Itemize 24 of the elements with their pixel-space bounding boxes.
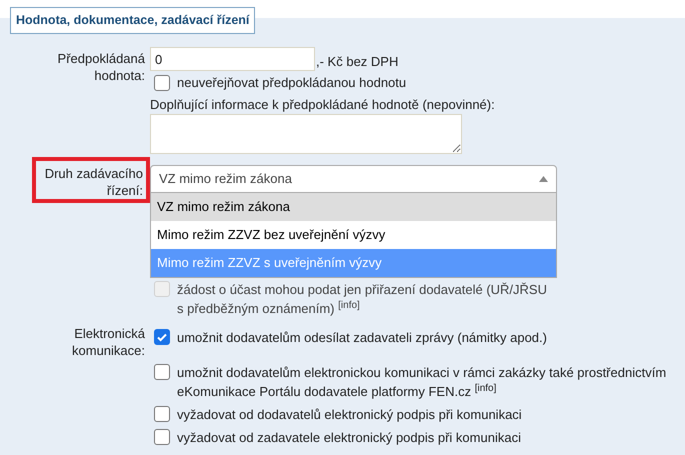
select-field[interactable]: VZ mimo režim zákona xyxy=(150,165,557,193)
checkbox[interactable] xyxy=(154,329,170,345)
section-title: Hodnota, dokumentace, zadávací řízení xyxy=(10,7,256,34)
checkbox-label: vyžadovat od zadavatele elektronický podpis při komunikaci xyxy=(177,429,522,447)
checkbox-label: žádost o účast mohou podat jen přiřazení dodavatelé (UŘ/JŘSU s předběžným oznámením) $^{[info]}$ xyxy=(177,281,548,318)
checkbox[interactable] xyxy=(154,364,170,380)
note-field[interactable] xyxy=(150,114,462,154)
info-link[interactable]: [info] xyxy=(474,383,496,394)
field-label: Doplňující informace k předpokládané hodnotě (nepovinné): xyxy=(150,96,495,114)
unit-label: ,- Kč bez DPH xyxy=(316,52,398,70)
field-label: Druh zadávacího řízení: xyxy=(44,165,143,199)
check-icon xyxy=(156,331,168,343)
dropdown-option[interactable]: VZ mimo režim zákona xyxy=(151,193,556,221)
checkbox-label: neuveřejňovat předpokládanou hodnotu xyxy=(177,74,406,92)
checkbox[interactable] xyxy=(154,406,170,422)
field-label: Elektronická komunikace: xyxy=(71,325,145,359)
checkbox[interactable] xyxy=(154,429,170,445)
checkbox[interactable] xyxy=(154,75,170,92)
input-field[interactable]: 0 xyxy=(150,47,315,71)
checkbox-label: umožnit dodavatelům odesílat zadavateli zprávy (námitky apod.) xyxy=(177,329,548,347)
checkbox-label: umožnit dodavatelům elektronickou komunikaci v rámci zakázky také prostřednictvím eKomunikace Portálu dodavatele platformy FEN.cz $^{[info]}$ xyxy=(177,364,668,401)
caret-icon xyxy=(539,176,548,182)
checkbox-label: vyžadovat od dodavatelů elektronický podpis při komunikaci xyxy=(177,406,523,424)
field-label: Předpokládaná hodnota: xyxy=(56,50,145,84)
